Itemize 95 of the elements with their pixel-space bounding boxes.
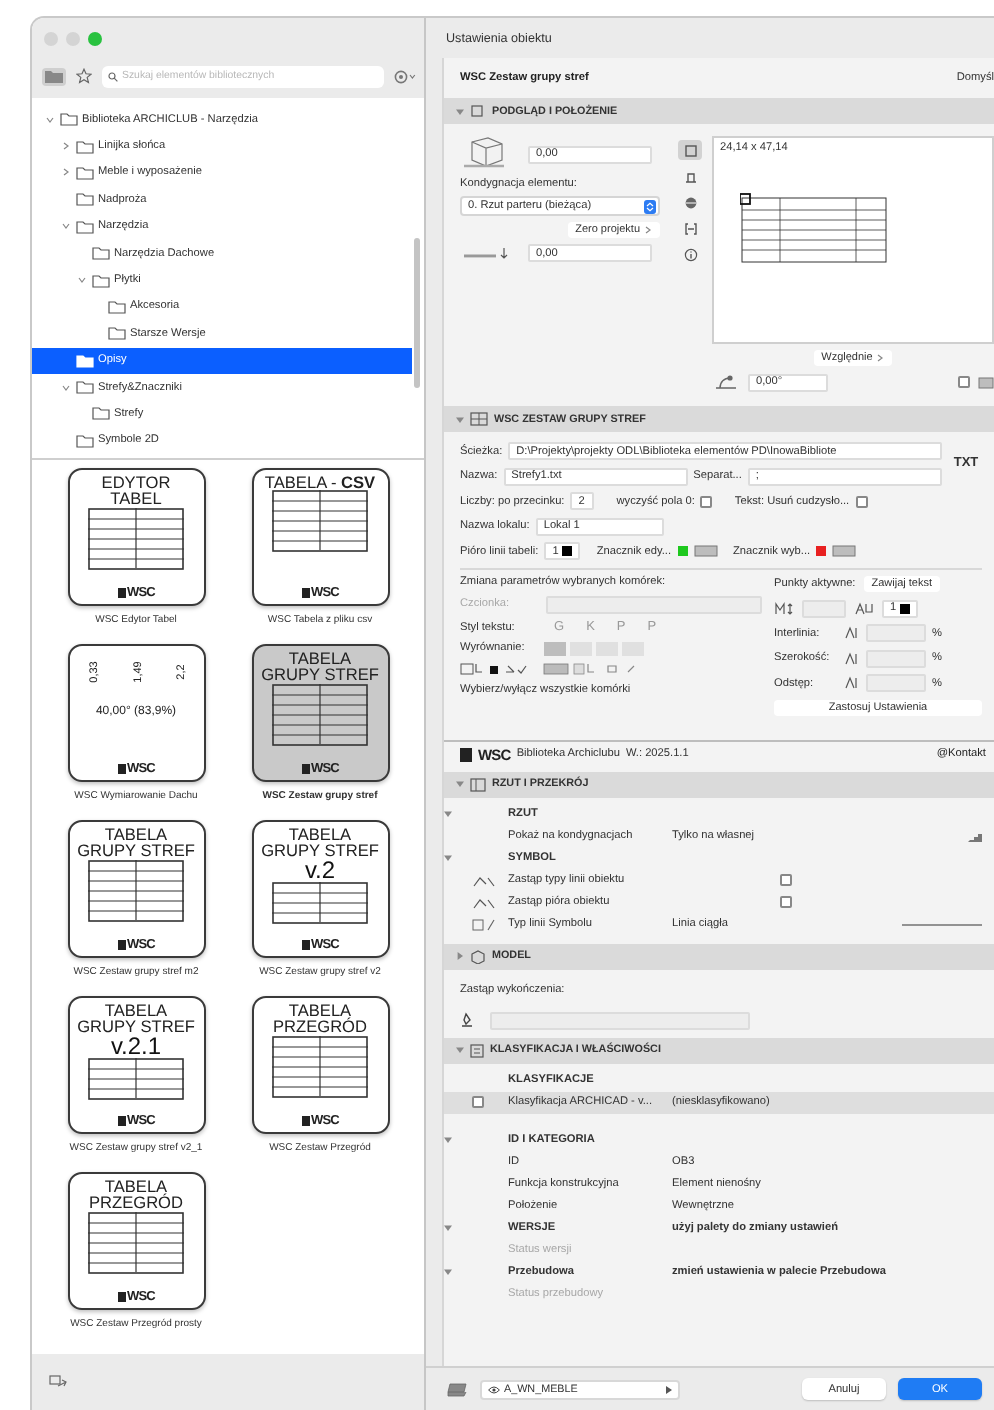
layers-icon[interactable] xyxy=(446,1381,468,1397)
table-drawing xyxy=(88,507,184,570)
disclosure-triangle-icon xyxy=(456,415,464,423)
chevron-down-icon xyxy=(62,383,70,392)
logo-mark xyxy=(117,764,126,774)
settings-button[interactable] xyxy=(392,67,418,85)
logo-mark xyxy=(117,1292,126,1302)
disclosure-triangle-icon xyxy=(456,107,464,115)
table-drawing xyxy=(272,1035,368,1098)
caret-icon xyxy=(666,1385,672,1393)
stairs-icon[interactable] xyxy=(968,830,982,843)
disclosure-triangle-icon xyxy=(456,780,464,789)
checkbox[interactable] xyxy=(780,874,792,887)
logo-mark xyxy=(117,588,126,598)
eye-icon xyxy=(488,1385,500,1393)
checkbox[interactable] xyxy=(472,1096,484,1109)
tile-title: GRUPY STREF xyxy=(261,666,379,684)
info-icon xyxy=(683,247,697,261)
table-drawing xyxy=(88,1057,184,1100)
stepper-icon xyxy=(644,199,656,213)
disclosure-triangle-icon xyxy=(444,1224,452,1233)
tile-title: TABELA xyxy=(288,826,352,843)
table-drawing xyxy=(272,490,368,553)
elevation-icon xyxy=(683,169,697,183)
chevron-down-icon xyxy=(46,115,54,124)
chevron-right-icon xyxy=(644,226,652,234)
line-type-icon xyxy=(472,917,496,932)
tile-title: TABELA xyxy=(104,1002,168,1019)
color-swatch[interactable] xyxy=(677,546,688,557)
base-level-icon xyxy=(460,245,512,261)
tile-title: TABELA xyxy=(288,650,352,667)
chevron-down-icon xyxy=(62,222,70,231)
text-size-icon xyxy=(774,601,794,616)
tile-title: TABELA xyxy=(104,826,168,843)
table-drawing xyxy=(272,683,368,746)
library-manager-icon[interactable] xyxy=(48,1374,68,1390)
tile-title: TABELA xyxy=(104,1178,168,1195)
rotation-icon xyxy=(712,372,740,392)
chevron-right-icon xyxy=(62,142,70,151)
checkbox[interactable] xyxy=(700,495,713,508)
tile-title: PRZEGRÓD xyxy=(272,1018,368,1036)
disclosure-triangle-icon xyxy=(456,1046,464,1055)
disclosure-triangle-icon xyxy=(444,1136,452,1145)
logo-mark xyxy=(460,747,472,762)
tile-title: GRUPY STREF xyxy=(261,842,379,860)
chevron-right-icon xyxy=(876,354,885,362)
table-drawing xyxy=(272,881,368,924)
object-box-icon xyxy=(470,104,486,118)
plan-icon xyxy=(470,777,486,792)
logo-mark xyxy=(301,1116,310,1126)
disclosure-triangle-icon xyxy=(444,810,452,819)
disclosure-triangle-icon xyxy=(444,1268,452,1277)
text-font-icon xyxy=(854,601,874,616)
checkbox[interactable] xyxy=(855,495,868,508)
pen-swatch xyxy=(900,603,911,614)
tile-title: TABELA xyxy=(288,1002,352,1019)
chevron-right-icon xyxy=(62,168,70,177)
sphere-icon xyxy=(683,195,697,209)
logo-mark xyxy=(117,940,126,950)
square-icon xyxy=(683,143,697,157)
pen-swatch xyxy=(562,546,573,557)
view-button[interactable] xyxy=(678,140,702,160)
logo-mark xyxy=(301,764,310,774)
favorites-button[interactable] xyxy=(74,66,94,86)
tile-title: GRUPY STREF xyxy=(77,842,195,860)
version-label: v.2.1 xyxy=(110,1035,162,1058)
zoom-button[interactable] xyxy=(88,31,102,45)
tile-title: EDYTOR xyxy=(101,474,171,491)
color-swatch[interactable] xyxy=(816,546,827,557)
spacing-icon xyxy=(844,626,860,641)
checkbox[interactable] xyxy=(958,376,970,388)
align-button[interactable] xyxy=(544,641,566,656)
tile-title: TABELA - CSV xyxy=(264,474,376,491)
tile-title: GRUPY STREF xyxy=(77,1018,195,1036)
tile-title: TABEL xyxy=(110,490,162,508)
table-drawing xyxy=(88,1211,184,1274)
chevron-down-icon xyxy=(78,276,86,285)
spacing-icon xyxy=(844,676,860,691)
folder-view-button[interactable] xyxy=(42,67,66,85)
solid-line-icon xyxy=(902,921,982,928)
disclosure-triangle-icon xyxy=(444,854,452,863)
brush-icon xyxy=(460,1012,474,1029)
spacing-icon xyxy=(844,651,860,666)
logo-mark xyxy=(117,1116,126,1126)
table-drawing xyxy=(88,859,184,922)
logo-mark xyxy=(301,940,310,950)
logo-mark xyxy=(301,588,310,598)
list-icon xyxy=(470,1043,484,1058)
checkbox[interactable] xyxy=(780,896,792,909)
disclosure-triangle-icon xyxy=(456,952,464,961)
bracket-icon xyxy=(683,221,697,235)
search-icon xyxy=(108,71,118,81)
version-label: v.2 xyxy=(304,859,336,882)
tile-title: PRZEGRÓD xyxy=(88,1194,184,1212)
table-icon xyxy=(470,412,488,426)
